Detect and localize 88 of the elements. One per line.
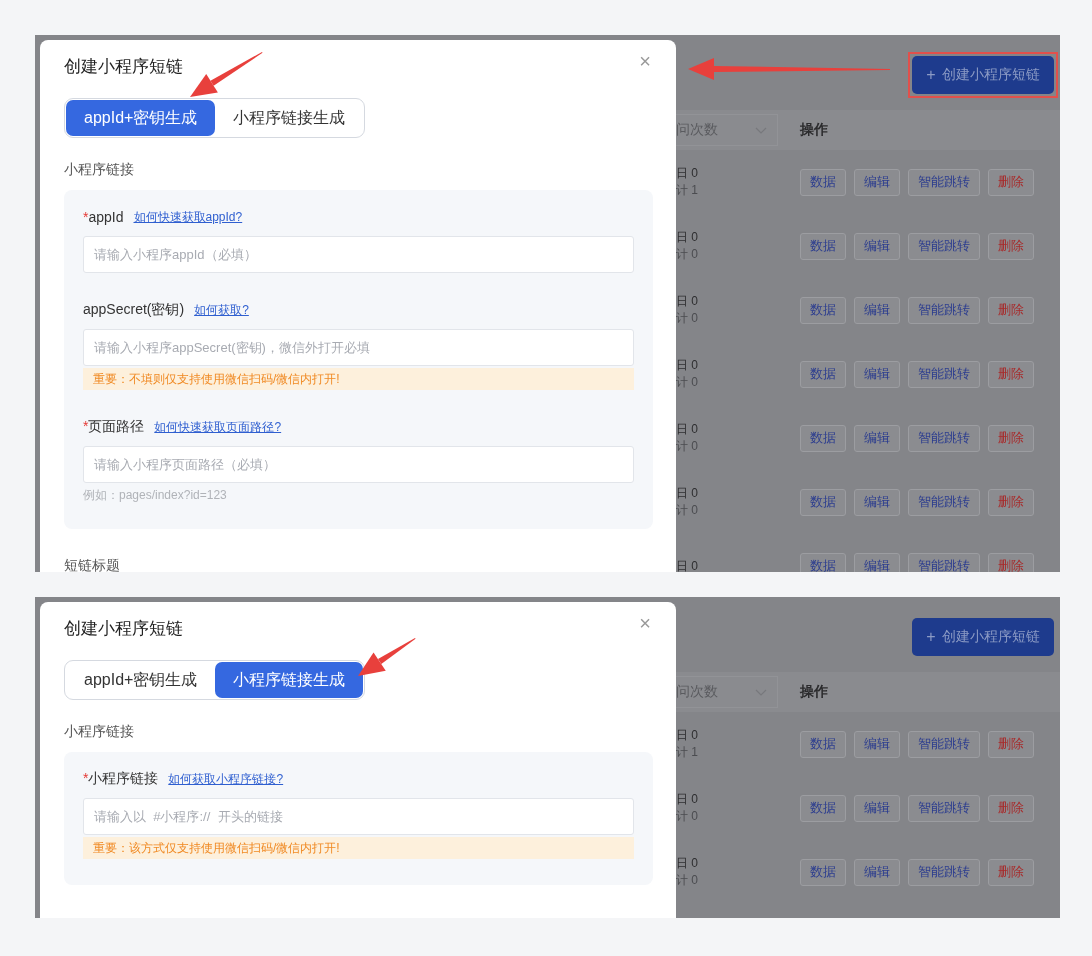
- row-action-button[interactable]: 数据: [800, 488, 846, 516]
- help-link[interactable]: 如何快速获取appId?: [133, 208, 243, 226]
- input-field[interactable]: 请输入小程序页面路径（必填）: [83, 446, 634, 483]
- today-count: 日 0: [676, 485, 699, 502]
- row-action-button[interactable]: 智能跳转: [908, 858, 980, 886]
- row-action-button[interactable]: 智能跳转: [908, 232, 980, 260]
- column-header: 操作: [800, 683, 828, 701]
- row-action-button[interactable]: 删除: [988, 424, 1034, 452]
- row-action-button[interactable]: 智能跳转: [908, 794, 980, 822]
- input-field[interactable]: 请输入小程序appId（必填）: [83, 236, 634, 273]
- row-action-button[interactable]: 删除: [988, 488, 1034, 516]
- field-label: *小程序链接: [83, 770, 159, 788]
- total-count: 计 1: [676, 744, 699, 761]
- row-action-button[interactable]: 编辑: [854, 552, 900, 572]
- help-link[interactable]: 如何快速获取页面路径?: [154, 418, 282, 436]
- field-hint: 例如：pages/index?id=123: [83, 487, 228, 503]
- create-button[interactable]: + 创建小程序短链: [912, 618, 1054, 656]
- warning-message: 重要：该方式仅支持使用微信扫码/微信内打开!: [83, 837, 634, 859]
- row-action-button[interactable]: 数据: [800, 858, 846, 886]
- today-count: 日 0: [676, 357, 699, 374]
- row-action-button[interactable]: 智能跳转: [908, 424, 980, 452]
- field-label: *appId: [83, 209, 124, 225]
- row-action-button[interactable]: 数据: [800, 296, 846, 324]
- help-link[interactable]: 如何获取?: [194, 301, 249, 319]
- today-count: 日 0: [676, 165, 699, 182]
- field-label: *页面路径: [83, 418, 145, 436]
- row-action-button[interactable]: 智能跳转: [908, 488, 980, 516]
- row-action-button[interactable]: 删除: [988, 168, 1034, 196]
- section-label: 小程序链接: [64, 722, 135, 740]
- row-action-button[interactable]: 数据: [800, 794, 846, 822]
- today-count: 日 0: [676, 557, 699, 572]
- field-label: appSecret(密钥): [83, 301, 185, 319]
- row-action-button[interactable]: 编辑: [854, 360, 900, 388]
- today-count: 日 0: [676, 229, 699, 246]
- today-count: 日 0: [676, 791, 699, 808]
- row-action-button[interactable]: 编辑: [854, 168, 900, 196]
- row-action-button[interactable]: 编辑: [854, 730, 900, 758]
- total-count: 计 0: [676, 502, 699, 519]
- row-action-button[interactable]: 智能跳转: [908, 168, 980, 196]
- warning-message: 重要：不填则仅支持使用微信扫码/微信内打开!: [83, 368, 634, 390]
- row-action-button[interactable]: 数据: [800, 552, 846, 572]
- row-action-button[interactable]: 数据: [800, 360, 846, 388]
- row-action-button[interactable]: 删除: [988, 858, 1034, 886]
- modal-title: 创建小程序短链: [64, 56, 183, 78]
- today-count: 日 0: [676, 727, 699, 744]
- close-button[interactable]: ×: [637, 614, 653, 632]
- row-action-button[interactable]: 智能跳转: [908, 730, 980, 758]
- row-action-button[interactable]: 智能跳转: [908, 360, 980, 388]
- create-button[interactable]: + 创建小程序短链: [912, 56, 1054, 94]
- total-count: 计 1: [676, 182, 699, 199]
- input-field[interactable]: 请输入以 #小程序:// 开头的链接: [83, 798, 634, 835]
- row-action-button[interactable]: 编辑: [854, 232, 900, 260]
- help-link[interactable]: 如何获取小程序链接?: [168, 770, 284, 788]
- row-action-button[interactable]: 删除: [988, 296, 1034, 324]
- row-action-button[interactable]: 智能跳转: [908, 552, 980, 572]
- section-label: 短链标题: [64, 556, 121, 572]
- mode-tab[interactable]: appId+密钥生成: [66, 100, 216, 136]
- row-action-button[interactable]: 数据: [800, 232, 846, 260]
- row-action-button[interactable]: 数据: [800, 730, 846, 758]
- total-count: 计 0: [676, 310, 699, 327]
- row-action-button[interactable]: 删除: [988, 232, 1034, 260]
- today-count: 日 0: [676, 421, 699, 438]
- today-count: 日 0: [676, 855, 699, 872]
- section-label: 小程序链接: [64, 160, 135, 178]
- row-action-button[interactable]: 智能跳转: [908, 296, 980, 324]
- total-count: 计 0: [676, 872, 699, 889]
- mode-tab[interactable]: 小程序链接生成: [215, 662, 364, 698]
- row-action-button[interactable]: 编辑: [854, 794, 900, 822]
- row-action-button[interactable]: 删除: [988, 730, 1034, 758]
- row-action-button[interactable]: 删除: [988, 794, 1034, 822]
- total-count: 计 0: [676, 438, 699, 455]
- total-count: 计 0: [676, 808, 699, 825]
- total-count: 计 0: [676, 374, 699, 391]
- row-action-button[interactable]: 数据: [800, 168, 846, 196]
- row-action-button[interactable]: 数据: [800, 424, 846, 452]
- row-action-button[interactable]: 编辑: [854, 858, 900, 886]
- row-action-button[interactable]: 编辑: [854, 424, 900, 452]
- close-button[interactable]: ×: [637, 52, 653, 70]
- modal-title: 创建小程序短链: [64, 618, 183, 640]
- row-action-button[interactable]: 编辑: [854, 488, 900, 516]
- today-count: 日 0: [676, 293, 699, 310]
- row-action-button[interactable]: 删除: [988, 552, 1034, 572]
- row-action-button[interactable]: 编辑: [854, 296, 900, 324]
- total-count: 计 0: [676, 246, 699, 263]
- annotation-arrow: [358, 638, 416, 676]
- column-header: 操作: [800, 121, 828, 139]
- input-field[interactable]: 请输入小程序appSecret(密钥)，微信外打开必填: [83, 329, 634, 366]
- row-action-button[interactable]: 删除: [988, 360, 1034, 388]
